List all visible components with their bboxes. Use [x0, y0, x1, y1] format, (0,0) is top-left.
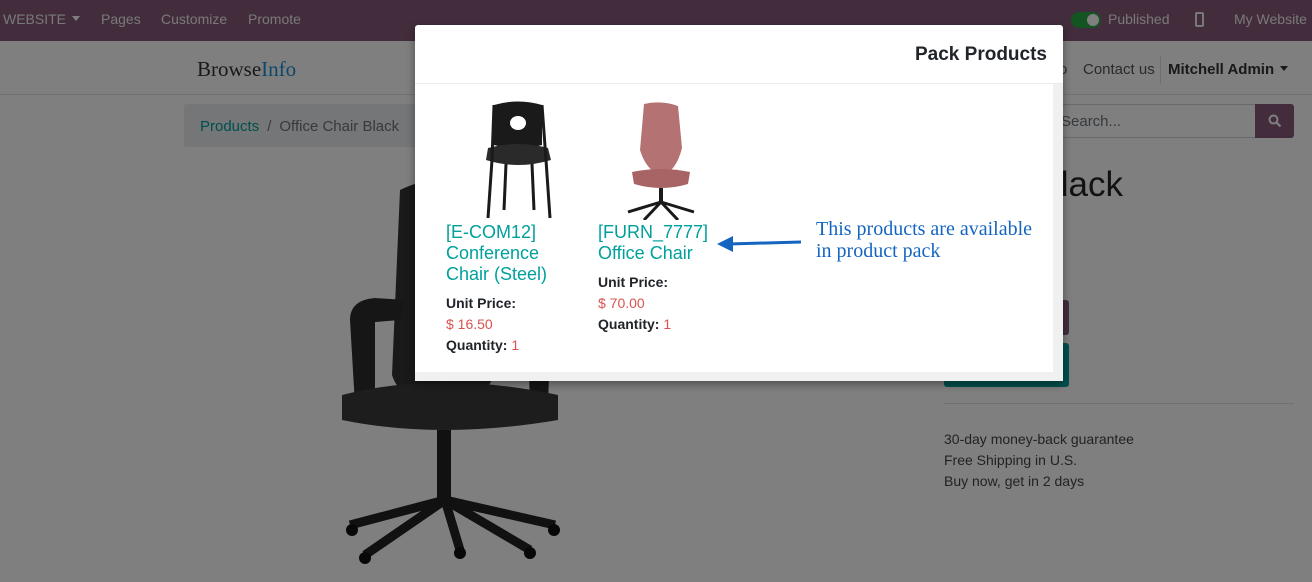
modal-header: Pack Products	[415, 25, 1063, 84]
quantity-label: Quantity:	[598, 316, 660, 332]
unit-price-label: Unit Price:	[598, 274, 669, 290]
horizontal-scrollbar[interactable]	[415, 372, 1053, 381]
pack-products-modal: Pack Products [E-COM12] Conference Chair…	[415, 25, 1063, 381]
unit-price-value: $ 16.50	[446, 316, 493, 332]
annotation-text: This products are available in product p…	[816, 218, 1056, 262]
office-chair-image[interactable]	[606, 100, 711, 220]
modal-title: Pack Products	[915, 44, 1047, 65]
quantity-row: Quantity: 1	[598, 316, 671, 332]
vertical-scrollbar[interactable]	[1053, 84, 1063, 381]
annotation-arrow-icon	[717, 236, 802, 252]
pack-product-name[interactable]: [E-COM12] Conference Chair (Steel)	[446, 222, 586, 285]
annotation-line1: This products are available	[816, 218, 1033, 240]
quantity-value: 1	[511, 337, 520, 353]
quantity-value: 1	[663, 316, 672, 332]
quantity-row: Quantity: 1	[446, 337, 519, 353]
conference-chair-image[interactable]	[466, 100, 571, 220]
unit-price-label: Unit Price:	[446, 295, 517, 311]
unit-price-value: $ 70.00	[598, 295, 645, 311]
annotation-line2: in product pack	[816, 240, 941, 262]
quantity-label: Quantity:	[446, 337, 508, 353]
